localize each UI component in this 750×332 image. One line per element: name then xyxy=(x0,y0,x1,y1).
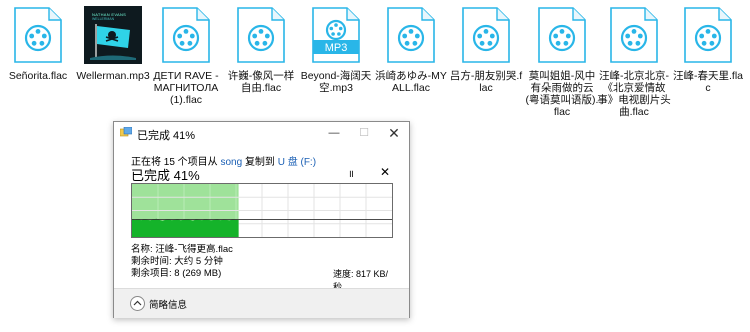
stop-button[interactable]: ✕ xyxy=(380,165,390,179)
file-item[interactable]: NATHAN EVANS WELLERMAN Wellerman.mp3 xyxy=(76,6,150,82)
copy-progress-dialog: 已完成 41% — ☐ ✕ 正在将 15 个项目从 song 复制到 U 盘 (… xyxy=(113,121,410,318)
pause-button[interactable]: ॥ xyxy=(348,166,354,180)
transfer-details: 名称: 汪峰-飞得更高.flac 剩余时间: 大约 5 分钟 剩余项目: 8 (… xyxy=(131,244,233,280)
fewer-details-button[interactable] xyxy=(130,296,145,311)
close-button[interactable]: ✕ xyxy=(380,124,408,142)
file-name: 许巍-像风一样自由.flac xyxy=(227,70,295,94)
speed-graph-canvas xyxy=(132,184,392,237)
music-file-icon xyxy=(610,7,658,63)
source-folder-link[interactable]: song xyxy=(220,157,242,168)
copy-middle: 复制到 xyxy=(244,157,275,168)
items-remaining: 剩余项目: 8 (269 MB) xyxy=(131,268,222,279)
file-list: Señorita.flac NATHAN EVANS WELLERMAN Weller… xyxy=(0,0,750,118)
music-file-icon xyxy=(237,7,285,63)
dialog-footer: 简略信息 xyxy=(114,288,409,318)
file-name: Beyond-海阔天空.mp3 xyxy=(300,70,372,94)
speed-graph: 速度: 817 KB/秒 xyxy=(131,183,393,293)
current-file-name: 名称: 汪峰-飞得更高.flac xyxy=(131,244,233,255)
title-bar[interactable]: 已完成 41% — ☐ ✕ xyxy=(114,122,409,144)
file-name: 莫叫姐姐-风中有朵雨做的云 (粤语莫叫语版).flac xyxy=(525,70,599,118)
file-item[interactable]: MP3 Beyond-海阔天空.mp3 xyxy=(300,6,372,94)
file-item[interactable]: 汪峰-北京北京-《北京爱情故事》电视剧片头曲.flac xyxy=(597,6,671,118)
music-file-icon xyxy=(387,7,435,63)
dialog-title: 已完成 41% xyxy=(137,130,196,142)
speed-area xyxy=(132,218,239,237)
file-name: 吕方-朋友别哭.flac xyxy=(449,70,523,94)
music-file-icon xyxy=(538,7,586,63)
music-file-icon: MP3 xyxy=(312,7,360,63)
file-item[interactable]: 吕方-朋友别哭.flac xyxy=(450,6,522,94)
pirate-flag-icon xyxy=(90,24,136,60)
file-name: 汪峰-春天里.flac xyxy=(672,70,743,94)
minimize-button[interactable]: — xyxy=(320,124,348,142)
file-name: Señorita.flac xyxy=(8,70,68,82)
file-item[interactable]: 许巍-像风一样自由.flac xyxy=(225,6,297,94)
maximize-button[interactable]: ☐ xyxy=(350,124,378,142)
fewer-details-label[interactable]: 简略信息 xyxy=(149,297,187,311)
file-item[interactable]: 汪峰-春天里.flac xyxy=(672,6,744,94)
time-remaining: 剩余时间: 大约 5 分钟 xyxy=(131,256,223,267)
file-item[interactable]: Señorita.flac xyxy=(2,6,74,82)
destination-link[interactable]: U 盘 (F:) xyxy=(278,157,316,168)
music-file-icon xyxy=(14,7,62,63)
file-item[interactable]: ДЕТИ RAVE - МАГНИТОЛА (1).flac xyxy=(150,6,222,106)
file-type-badge: MP3 xyxy=(325,42,348,54)
music-file-icon xyxy=(684,7,732,63)
file-name: ДЕТИ RAVE - МАГНИТОЛА (1).flac xyxy=(153,70,219,106)
file-item[interactable]: 莫叫姐姐-风中有朵雨做的云 (粤语莫叫语版).flac xyxy=(526,6,598,118)
file-name: 浜崎あゆみ-MY ALL.flac xyxy=(375,70,447,94)
music-file-icon xyxy=(162,7,210,63)
music-file-icon xyxy=(462,7,510,63)
file-item[interactable]: 浜崎あゆみ-MY ALL.flac xyxy=(375,6,447,94)
copy-app-icon xyxy=(120,127,132,137)
chevron-up-icon xyxy=(133,300,142,306)
album-art-thumbnail: NATHAN EVANS WELLERMAN xyxy=(84,6,142,64)
file-name: Wellerman.mp3 xyxy=(76,70,150,82)
progress-status: 已完成 41% xyxy=(131,168,200,183)
file-name: 汪峰-北京北京-《北京爱情故事》电视剧片头曲.flac xyxy=(597,70,671,118)
